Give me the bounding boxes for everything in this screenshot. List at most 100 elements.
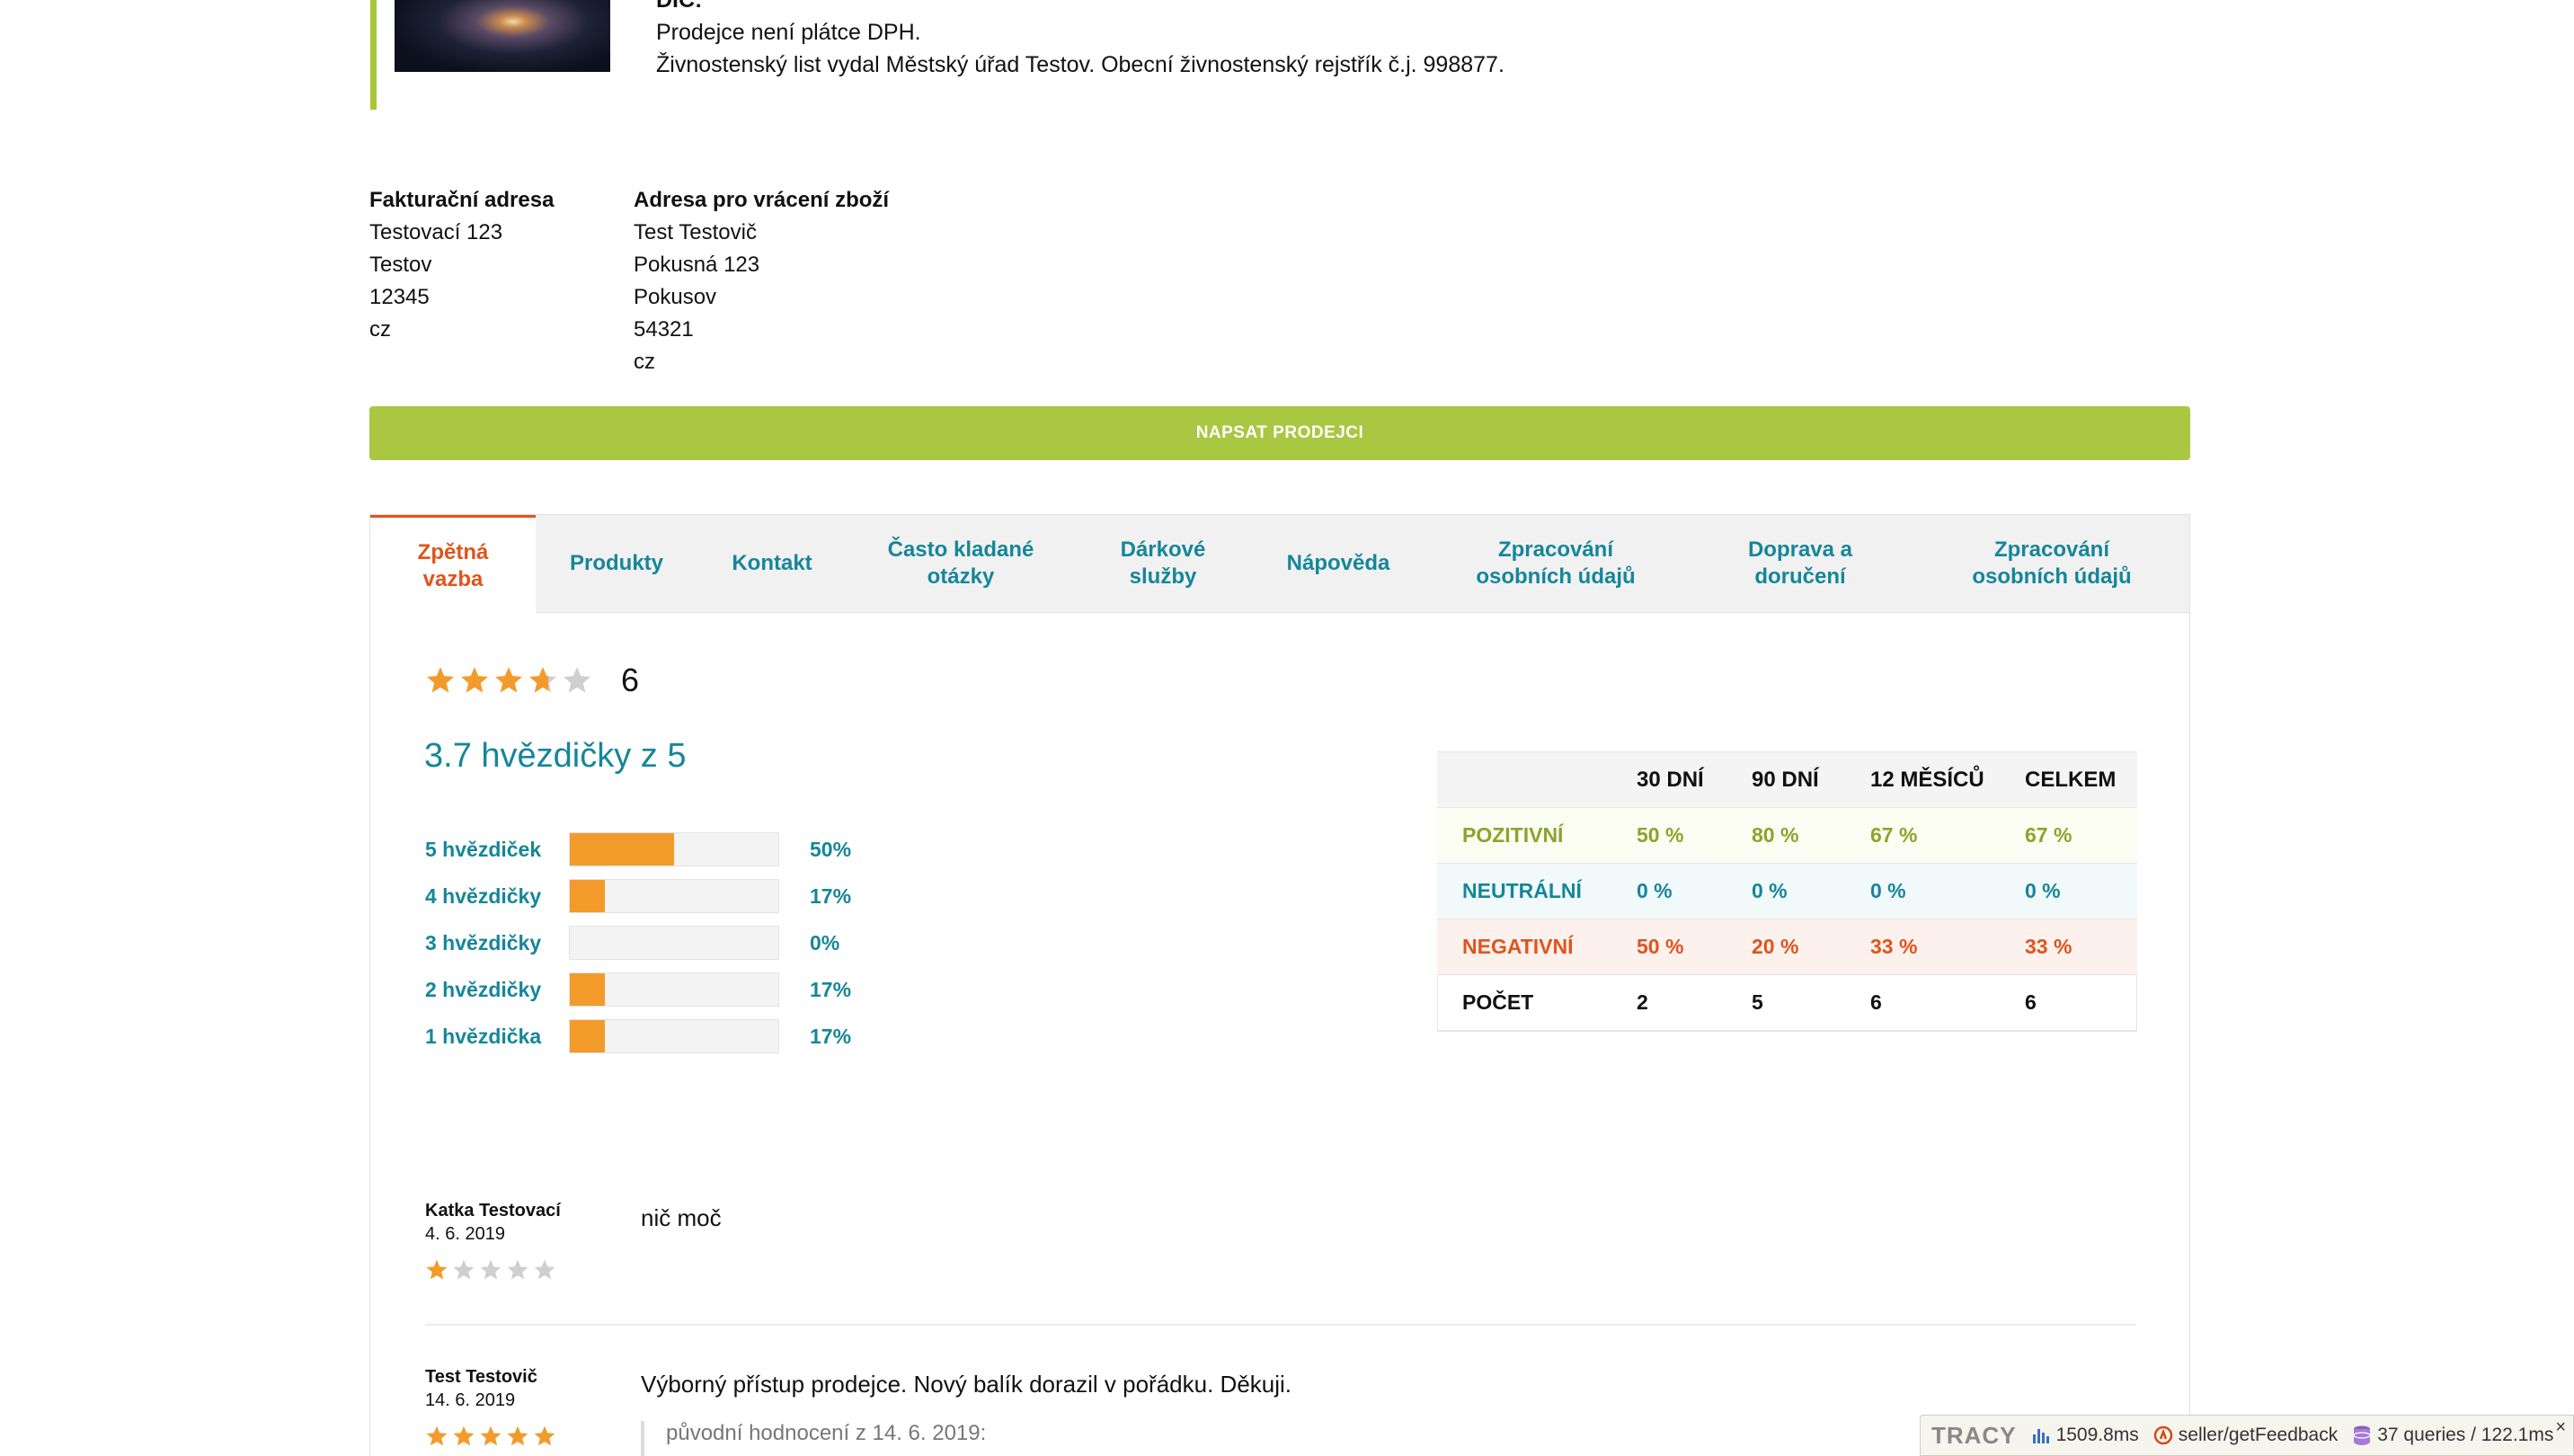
billing-address-title: Fakturační adresa (369, 188, 555, 212)
review-star-icon (480, 1259, 501, 1280)
tab-products[interactable]: Produkty (536, 515, 697, 612)
tab-label: Doprava a doručení (1747, 537, 1853, 589)
tracy-logo[interactable]: TRACY (1931, 1422, 2017, 1450)
tab-label: Kontakt (732, 551, 812, 575)
return-address-line: 54321 (634, 317, 694, 342)
return-address-line: cz (634, 350, 655, 374)
review-text: nič moč (641, 1204, 722, 1231)
tab-label: Často kladané otázky (887, 537, 1034, 589)
billing-address-line: Testov (369, 253, 432, 277)
stats-header (1437, 751, 1608, 808)
rating-star-icon (426, 667, 455, 693)
tab-gift-services[interactable]: Dárkové služby (1075, 515, 1251, 612)
distribution-label: 3 hvězdičky (425, 930, 542, 954)
distribution-row[interactable]: 2 hvězdičky 17% (425, 972, 851, 1007)
tab-label: Zpětná vazba (417, 539, 489, 591)
distribution-fill (570, 833, 674, 866)
tracy-route: seller/getFeedback (2178, 1425, 2339, 1445)
tab-help[interactable]: Nápověda (1251, 515, 1425, 612)
review-star-icon (507, 1425, 528, 1446)
tab-privacy-2[interactable]: Zpracování osobních údajů (1914, 515, 2189, 612)
tracy-queries: 37 queries / 122.1ms (2377, 1425, 2554, 1445)
stats-cell: 0 % (2000, 863, 2137, 919)
return-address-line: Pokusná 123 (634, 253, 760, 277)
stats-cell: 50 % (1608, 919, 1726, 975)
tab-label: Dárkové služby (1120, 537, 1206, 589)
distribution-bar (569, 972, 779, 1007)
summary-stars (425, 665, 592, 696)
stats-cell: 2 (1608, 974, 1726, 1031)
stats-cell: 5 (1726, 974, 1845, 1031)
review-item: Test Testovič 14. 6. 2019 Výborný přístu… (425, 1365, 2136, 1456)
review-star-icon (453, 1259, 475, 1280)
stats-row-label: NEGATIVNÍ (1437, 919, 1608, 975)
stats-cell: 67 % (2000, 807, 2137, 864)
stats-cell: 33 % (1845, 919, 2000, 975)
stats-row-neutral: NEUTRÁLNÍ 0 % 0 % 0 % 0 % (1437, 863, 2137, 919)
return-address-line: Pokusov (634, 285, 717, 309)
tab-feedback[interactable]: Zpětná vazba (370, 515, 536, 615)
tab-contact[interactable]: Kontakt (697, 515, 847, 612)
tab-privacy[interactable]: Zpracování osobních údajů (1425, 515, 1686, 612)
stats-cell: 0 % (1726, 863, 1845, 919)
tracy-db-panel[interactable]: 37 queries / 122.1ms (2352, 1425, 2553, 1446)
stats-cell: 0 % (1608, 863, 1726, 919)
review-star-icon (480, 1425, 501, 1446)
return-address: Adresa pro vrácení zboží Test Testovič P… (634, 184, 889, 378)
distribution-label: 2 hvězdičky (425, 977, 542, 1001)
distribution-percent: 50% (810, 837, 852, 861)
return-address-title: Adresa pro vrácení zboží (634, 188, 890, 212)
tracy-time-panel[interactable]: 1509.8ms (2031, 1425, 2139, 1446)
tracy-time: 1509.8ms (2055, 1425, 2139, 1445)
review-item: Katka Testovací 4. 6. 2019 nič moč (425, 1199, 2136, 1298)
original-rating-note: původní hodnocení z 14. 6. 2019: (641, 1421, 986, 1456)
distribution-fill (570, 1020, 606, 1052)
tracy-close-icon[interactable]: × (2555, 1417, 2566, 1438)
distribution-label: 1 hvězdička (425, 1024, 542, 1048)
distribution-bar (569, 1019, 779, 1053)
distribution-percent: 17% (810, 977, 852, 1001)
distribution-row[interactable]: 1 hvězdička 17% (425, 1019, 851, 1053)
distribution-row[interactable]: 3 hvězdičky 0% (425, 926, 839, 960)
distribution-fill (570, 973, 606, 1006)
review-star-icon (453, 1425, 475, 1446)
billing-address: Fakturační adresa Testovací 123 Testov 1… (369, 184, 554, 346)
review-star-icon (534, 1425, 555, 1446)
distribution-bar (569, 832, 779, 866)
distribution-row[interactable]: 4 hvězdičky 17% (425, 879, 851, 913)
billing-address-line: Testovací 123 (369, 220, 503, 244)
stats-row-negative: NEGATIVNÍ 50 % 20 % 33 % 33 % (1437, 919, 2137, 975)
timer-chart-icon (2032, 1429, 2049, 1443)
distribution-bar (569, 926, 779, 960)
distribution-bar (569, 879, 779, 913)
review-divider (425, 1324, 2136, 1326)
stats-cell: 67 % (1845, 807, 2000, 864)
stats-cell: 6 (1845, 974, 2000, 1031)
dic-label: DIC: (656, 0, 703, 13)
tab-label: Produkty (569, 551, 663, 575)
stats-cell: 33 % (2000, 919, 2137, 975)
distribution-row[interactable]: 5 hvězdiček 50% (425, 832, 851, 866)
stats-cell: 0 % (1845, 863, 2000, 919)
stats-header: 12 MĚSÍCŮ (1845, 751, 2000, 808)
stats-row-count: POČET 2 5 6 6 (1437, 974, 2137, 1031)
tab-shipping[interactable]: Doprava a doručení (1686, 515, 1914, 612)
rating-star-icon (460, 667, 489, 693)
stats-cell: 6 (2000, 974, 2137, 1031)
stats-cell: 80 % (1726, 807, 1845, 864)
average-rating-title: 3.7 hvězdičky z 5 (424, 737, 687, 775)
review-stars (425, 1258, 2136, 1282)
write-seller-button[interactable]: NAPSAT PRODEJCI (369, 406, 2190, 460)
rating-count: 6 (621, 661, 640, 698)
distribution-percent: 17% (810, 883, 852, 908)
tab-faq[interactable]: Často kladané otázky (847, 515, 1075, 612)
billing-address-line: 12345 (369, 285, 430, 309)
stats-row-label: POZITIVNÍ (1437, 807, 1608, 864)
distribution-fill (570, 880, 606, 912)
license-note: Živnostenský list vydal Městský úřad Tes… (656, 52, 1504, 77)
vat-note: Prodejce není plátce DPH. (656, 20, 921, 45)
tracy-route-panel[interactable]: seller/getFeedback (2153, 1425, 2338, 1446)
stats-cell: 50 % (1608, 807, 1726, 864)
tracy-debug-bar[interactable]: TRACY 1509.8ms seller/getFeedback 37 que… (1920, 1415, 2574, 1456)
database-icon (2353, 1425, 2371, 1445)
